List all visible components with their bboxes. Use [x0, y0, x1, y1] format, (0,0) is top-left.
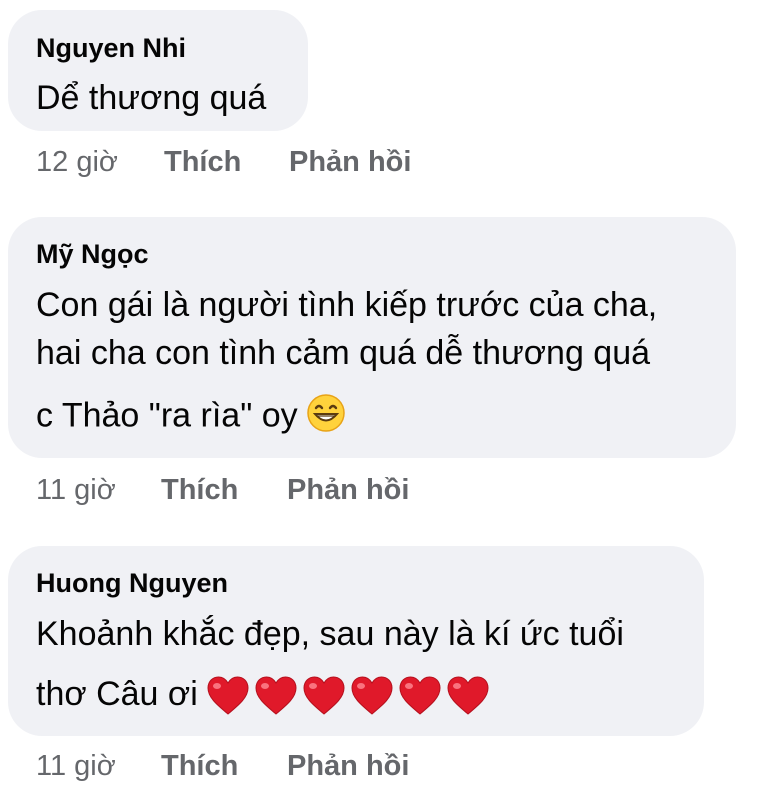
comment-author[interactable]: Mỹ Ngọc — [36, 239, 149, 269]
red-heart-emoji-icon — [351, 676, 393, 715]
like-button[interactable]: Thích — [164, 146, 241, 178]
like-button[interactable]: Thích — [161, 750, 238, 782]
comment-text-last-line: c Thảo "ra rìa" oy — [36, 393, 346, 442]
reply-button[interactable]: Phản hồi — [289, 146, 411, 178]
grinning-face-emoji-icon — [306, 393, 346, 442]
red-heart-emoji-icon — [255, 676, 297, 715]
comment-text: c Thảo "ra rìa" oy — [36, 396, 298, 435]
red-heart-emoji-row — [206, 675, 490, 717]
comment-author[interactable]: Nguyen Nhi — [36, 33, 186, 63]
comment-author[interactable]: Huong Nguyen — [36, 568, 228, 598]
comment-text: Khoảnh khắc đẹp, sau này là kí ức tuổi — [36, 615, 624, 653]
comment-text: Dể thương quá — [36, 79, 267, 117]
comment-text: thơ Câu ơi — [36, 675, 198, 713]
red-heart-emoji-icon — [207, 676, 249, 715]
like-button[interactable]: Thích — [161, 474, 238, 506]
reply-button[interactable]: Phản hồi — [287, 750, 409, 782]
reply-button[interactable]: Phản hồi — [287, 474, 409, 506]
comment-text: Con gái là người tình kiếp trước của cha… — [36, 286, 658, 324]
comment-timestamp[interactable]: 12 giờ — [36, 146, 118, 178]
comment-timestamp[interactable]: 11 giờ — [36, 750, 116, 782]
red-heart-emoji-icon — [303, 676, 345, 715]
red-heart-emoji-icon — [399, 676, 441, 715]
comment-text: hai cha con tình cảm quá dễ thương quá — [36, 334, 651, 372]
red-heart-emoji-icon — [447, 676, 489, 715]
comment-timestamp[interactable]: 11 giờ — [36, 474, 116, 506]
comment-text-last-line: thơ Câu ơi — [36, 674, 490, 717]
